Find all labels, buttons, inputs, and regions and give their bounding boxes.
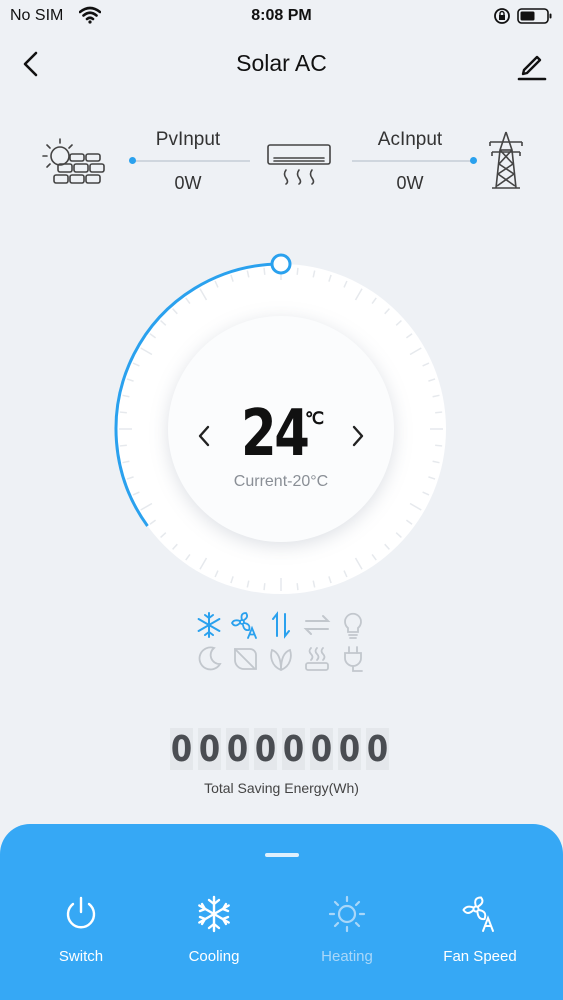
fan-speed-label: Fan Speed <box>443 948 517 965</box>
heater-icon <box>302 644 332 674</box>
heating-button[interactable]: Heating <box>292 894 402 974</box>
heating-label: Heating <box>321 948 373 965</box>
switch-button[interactable]: Switch <box>26 894 136 974</box>
counter-digit: 0 <box>282 728 305 770</box>
dial-tick <box>119 411 127 414</box>
status-bar: No SIM 8:08 PM <box>0 0 563 32</box>
clock: 8:08 PM <box>251 7 312 24</box>
temp-decrease-button[interactable] <box>192 421 216 451</box>
rotation-lock-icon <box>493 7 511 30</box>
dial-tick <box>435 444 443 447</box>
counter-digit: 0 <box>366 728 389 770</box>
bulb-icon <box>338 610 368 640</box>
ac-input-label: AcInput <box>377 129 443 150</box>
dial-handle[interactable] <box>270 253 292 275</box>
swing-icon <box>266 610 296 640</box>
counter-digit: 0 <box>170 728 193 770</box>
solar-panel-icon <box>40 136 112 197</box>
power-icon <box>26 894 136 934</box>
nav-bar: Solar AC <box>0 40 563 88</box>
eco-leaf-icon <box>266 644 296 674</box>
switch-label: Switch <box>58 948 104 965</box>
counter-digit: 0 <box>338 728 361 770</box>
counter-digit: 0 <box>198 728 221 770</box>
counter-digit: 0 <box>254 728 277 770</box>
dial-tick <box>263 583 266 591</box>
cooling-button[interactable]: Cooling <box>159 894 269 974</box>
pv-input-label: PvInput <box>155 129 221 150</box>
dial-tick <box>296 583 299 591</box>
ac-flow-dot <box>470 157 477 164</box>
moon-icon <box>194 644 224 674</box>
energy-counter: 0 0 0 0 0 0 0 0 <box>168 728 391 772</box>
fan-auto-icon <box>425 894 535 934</box>
pv-flow-dot <box>129 157 136 164</box>
page-title: Solar AC <box>236 50 327 76</box>
current-temperature: Current-20°C <box>233 473 329 490</box>
control-panel: Switch Cooling Heating Fan Speed <box>0 824 563 1000</box>
snowflake-icon <box>194 610 224 640</box>
battery-icon <box>517 8 553 29</box>
dial-tick <box>119 444 127 447</box>
dial-tick <box>263 267 266 275</box>
pv-input-value: 0W <box>174 173 202 193</box>
exchange-icon <box>302 610 332 640</box>
temp-increase-button[interactable] <box>346 421 370 451</box>
dial-tick <box>435 411 443 414</box>
cooling-label: Cooling <box>188 948 240 965</box>
pv-flow-line <box>132 160 250 162</box>
plug-icon <box>338 644 368 674</box>
ac-input-value: 0W <box>396 173 424 193</box>
counter-digit: 0 <box>310 728 333 770</box>
energy-flow: PvInput 0W AcInput 0W <box>0 120 563 210</box>
panel-drag-handle[interactable] <box>265 853 299 857</box>
power-tower-icon <box>486 130 526 197</box>
air-conditioner-icon <box>266 142 332 191</box>
sun-icon <box>292 894 402 934</box>
fan-auto-icon <box>230 610 260 640</box>
set-temperature: 24 <box>241 397 310 471</box>
energy-label: Total Saving Energy(Wh) <box>204 780 359 796</box>
temperature-dial[interactable]: 24 ℃ Current-20°C <box>111 253 451 599</box>
edit-button[interactable] <box>514 48 548 82</box>
dial-tick <box>296 267 299 275</box>
ac-flow-line <box>352 160 474 162</box>
fan-speed-button[interactable]: Fan Speed <box>425 894 535 974</box>
counter-digit: 0 <box>226 728 249 770</box>
leaf-icon <box>230 644 260 674</box>
mode-indicators <box>192 608 372 674</box>
snowflake-icon <box>159 894 269 934</box>
temperature-unit: ℃ <box>305 409 325 428</box>
